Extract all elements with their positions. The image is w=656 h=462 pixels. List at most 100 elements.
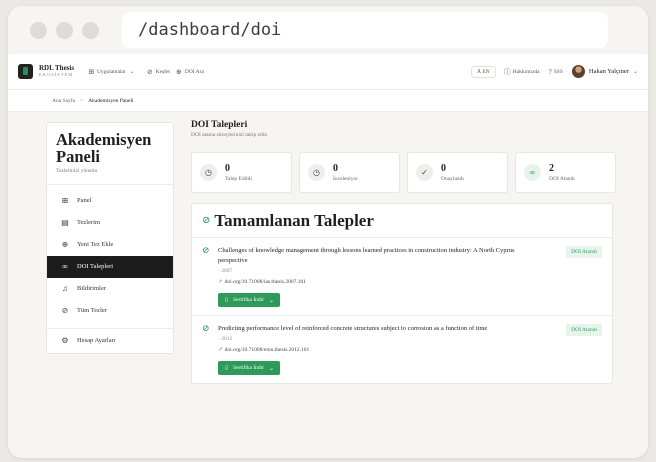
bell-icon: ♫ (62, 284, 68, 294)
doi-search-link[interactable]: ⊕ DOI Ara (176, 68, 204, 76)
user-name[interactable]: Hakan Yalçıner (589, 68, 629, 75)
list-item: ⊘ Predicting performance level of reinfo… (192, 316, 612, 383)
sidebar-item-label: Bildirimler (77, 285, 106, 293)
button-label: Sertifika İndir (233, 297, 265, 304)
sidebar: Akademisyen Paneli Tezlerinizi yönetin ⊞… (46, 122, 174, 354)
gear-icon: ⚙ (61, 335, 69, 345)
clock-icon: ◷ (200, 164, 217, 181)
explore-link[interactable]: ⊘ Keşfet (147, 68, 170, 76)
window-dot-minimize[interactable] (56, 21, 73, 39)
top-navbar: RDL Thesis EKOSİSTEM ⊞ Uygulamalar ⌄ ⊘ K… (8, 54, 648, 90)
breadcrumb: Ana Sayfa > Akademisyen Paneli (8, 90, 648, 112)
stat-card-approved: ✓ 0 Onaylandı (407, 152, 508, 193)
sidebar-item-label: Tüm Tezler (77, 307, 107, 315)
sidebar-item-label: Hesap Ayarları (77, 336, 116, 344)
chevron-down-icon: ⌄ (269, 365, 275, 372)
explore-label: Keşfet (155, 68, 170, 75)
stat-card-reviewing: ◷ 0 İnceleniyor (299, 152, 400, 193)
stat-card-requested: ◷ 0 Talep Edildi (191, 152, 292, 193)
request-year: · 2012 (218, 336, 233, 343)
sidebar-item-label: DOI Talepleri (77, 263, 114, 271)
browser-chrome: /dashboard/doi (8, 6, 648, 54)
globe-icon: ⊕ (175, 67, 182, 76)
doi-text: doi.org/10.71008/ias.thesis.2007.101 (224, 279, 306, 286)
check-circle-icon: ⊘ (202, 323, 210, 334)
sidebar-title: Akademisyen Paneli (56, 130, 152, 167)
chevron-down-icon[interactable]: ⌄ (633, 68, 638, 75)
status-badge: DOI Atandı (566, 324, 602, 337)
sidebar-divider (47, 183, 173, 185)
chevron-down-icon: ⌄ (129, 69, 135, 75)
download-certificate-button[interactable]: ⇩ Sertifika İndir ⌄ (218, 293, 281, 308)
window-dot-maximize[interactable] (82, 21, 99, 39)
apps-menu[interactable]: ⊞ Uygulamalar ⌄ (88, 68, 135, 76)
brand-name: RDL Thesis (39, 64, 75, 73)
logo-icon[interactable] (18, 64, 33, 79)
info-icon: ⓘ (503, 67, 511, 76)
faq-link[interactable]: ? SSS (549, 68, 563, 76)
url-bar[interactable]: /dashboard/doi (122, 12, 608, 48)
sidebar-item-label: Panel (77, 197, 92, 205)
main-content: DOI Talepleri DOI atama süreçlerinizi ta… (191, 116, 620, 385)
breadcrumb-current: Akademisyen Paneli (88, 97, 134, 104)
stat-label: DOI Atandı (549, 175, 575, 182)
grid-icon: ⊞ (88, 67, 94, 76)
brand-subtitle: EKOSİSTEM (39, 72, 74, 78)
stat-value: 2 (549, 162, 554, 174)
download-icon: ⇩ (224, 297, 230, 304)
check-circle-icon: ⊘ (202, 215, 211, 226)
sidebar-item-new-thesis[interactable]: ⊕ Yeni Tez Ekle (47, 234, 173, 256)
document-icon: ▤ (61, 218, 69, 228)
link-icon: ∞ (62, 262, 68, 272)
doi-link[interactable]: ↗ doi.org/10.71008/emu.thesis.2012.101 (218, 347, 602, 353)
compass-icon: ⊘ (146, 67, 153, 76)
brand[interactable]: RDL Thesis EKOSİSTEM (39, 65, 74, 78)
sidebar-item-panel[interactable]: ⊞ Panel (47, 190, 173, 212)
help-icon: ? (548, 67, 552, 76)
check-circle-icon: ✓ (416, 164, 433, 181)
sidebar-item-doi-requests[interactable]: ∞ DOI Talepleri (47, 255, 173, 278)
about-label: Hakkımızda (512, 68, 540, 75)
compass-icon: ⊘ (61, 306, 69, 316)
sidebar-item-theses[interactable]: ▤ Tezlerim (47, 212, 173, 234)
external-link-icon: ↗ (218, 347, 223, 354)
doi-link[interactable]: ↗ doi.org/10.71008/ias.thesis.2007.101 (218, 279, 602, 285)
avatar[interactable] (571, 65, 585, 78)
download-certificate-button[interactable]: ⇩ Sertifika İndir ⌄ (218, 361, 281, 376)
panel-title: Tamamlanan Talepler (214, 210, 374, 230)
sidebar-item-account-settings[interactable]: ⚙ Hesap Ayarları (47, 327, 173, 345)
doi-text: doi.org/10.71008/emu.thesis.2012.101 (224, 347, 310, 354)
page-title: DOI Talepleri (191, 120, 248, 130)
nav-right: Ă EN ⓘ Hakkımızda ? SSS Hakan Yalçıner ⌄ (471, 65, 638, 78)
stat-card-doi-assigned: ∞ 2 DOI Atandı (515, 152, 616, 193)
page-subtitle: DOI atama süreçlerinizi takip edin (191, 132, 268, 138)
grid-icon: ⊞ (61, 196, 69, 206)
sidebar-item-notifications[interactable]: ♫ Bildirimler (47, 278, 173, 300)
stat-value: 0 (333, 162, 338, 174)
chevron-down-icon: ⌄ (269, 297, 275, 304)
button-label: Sertifika İndir (233, 365, 265, 372)
language-button[interactable]: Ă EN (471, 65, 496, 78)
translate-icon: Ă (477, 68, 481, 75)
status-badge: DOI Atandı (566, 246, 602, 258)
window-dot-close[interactable] (30, 21, 47, 39)
breadcrumb-home[interactable]: Ana Sayfa (52, 98, 75, 104)
plus-circle-icon: ⊕ (61, 240, 69, 250)
sidebar-item-label: Yeni Tez Ekle (77, 241, 114, 249)
breadcrumb-separator: > (80, 97, 84, 104)
stat-value: 0 (225, 162, 230, 174)
apps-label: Uygulamalar (96, 68, 126, 75)
faq-label: SSS (553, 68, 563, 75)
stat-label: Onaylandı (441, 175, 464, 182)
language-label: EN (482, 68, 490, 75)
stat-value: 0 (441, 162, 446, 174)
external-link-icon: ↗ (218, 279, 223, 286)
doi-search-label: DOI Ara (184, 68, 204, 75)
panel-header: ⊘ Tamamlanan Talepler (192, 204, 612, 238)
sidebar-item-all-theses[interactable]: ⊘ Tüm Tezler (47, 300, 173, 322)
stats-row: ◷ 0 Talep Edildi ◷ 0 İnceleniyor ✓ 0 Ona… (191, 152, 620, 193)
list-item: ⊘ Challenges of knowledge management thr… (192, 238, 612, 317)
check-circle-icon: ⊘ (202, 245, 210, 255)
request-title: Challenges of knowledge management throu… (218, 247, 515, 265)
about-link[interactable]: ⓘ Hakkımızda (504, 67, 540, 77)
